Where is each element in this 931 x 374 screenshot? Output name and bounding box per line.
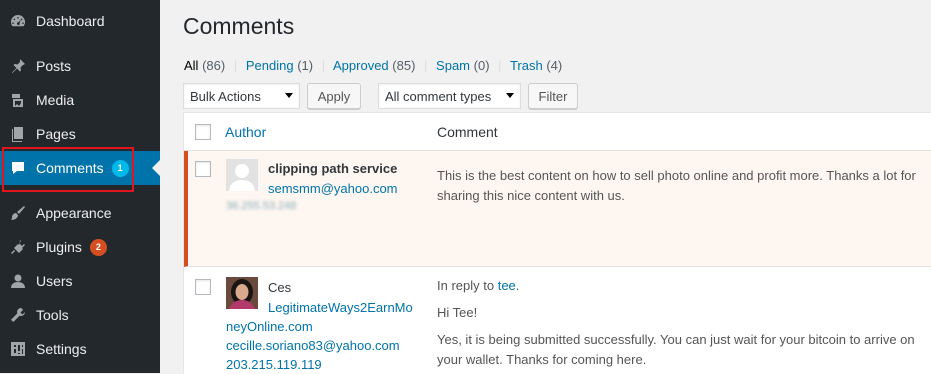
sidebar-item-label: Dashboard <box>36 13 105 29</box>
settings-icon <box>10 341 26 357</box>
sidebar-item-label: Plugins <box>36 239 82 255</box>
main-content: Comments All (86) | Pending (1) | Approv… <box>160 0 931 374</box>
sidebar-item-label: Settings <box>36 341 87 357</box>
user-photo-icon <box>226 277 258 309</box>
comment-author-url-line2[interactable]: neyOnline.com <box>226 317 313 336</box>
filter-button[interactable]: Filter <box>528 83 578 109</box>
comment-type-value: All comment types <box>385 88 492 104</box>
in-reply-prefix: In reply to <box>437 278 498 293</box>
comment-author-name: clipping path service <box>268 161 398 176</box>
sidebar-item-label: Posts <box>36 58 72 74</box>
filter-pending[interactable]: Pending <box>246 58 294 73</box>
filter-spam-count: (0) <box>473 58 490 73</box>
sidebar-item-plugins[interactable]: Plugins 2 <box>0 230 160 264</box>
comments-table: Author Comment clipping path service sem… <box>183 112 931 374</box>
chevron-down-icon <box>506 93 514 98</box>
select-all-checkbox[interactable] <box>195 124 211 140</box>
comment-text: Yes, it is being submitted successfully.… <box>437 332 915 367</box>
sidebar-item-label: Appearance <box>36 205 112 221</box>
column-comment: Comment <box>437 124 498 140</box>
comment-type-select[interactable]: All comment types <box>378 83 521 109</box>
filter-separator: | <box>233 58 238 73</box>
filter-all-count: (86) <box>202 58 226 73</box>
comment-text: This is the best content on how to sell … <box>437 168 916 203</box>
filter-approved[interactable]: Approved <box>333 58 389 73</box>
filter-separator: | <box>498 58 502 73</box>
sidebar-item-posts[interactable]: Posts <box>0 49 160 83</box>
filter-spam[interactable]: Spam <box>436 58 470 73</box>
table-header: Author Comment <box>184 113 931 151</box>
comment-author-name: Ces <box>268 280 292 295</box>
sidebar-item-label: Media <box>36 92 75 108</box>
row-checkbox[interactable] <box>195 279 211 295</box>
column-author[interactable]: Author <box>225 124 266 140</box>
sidebar-item-pages[interactable]: Pages <box>0 117 160 151</box>
sidebar-item-users[interactable]: Users <box>0 264 160 298</box>
pin-icon <box>10 58 26 74</box>
comment-author-email[interactable]: semsmm@yahoo.com <box>268 179 398 198</box>
chevron-down-icon <box>285 93 293 98</box>
user-icon <box>10 273 26 289</box>
current-menu-arrow <box>152 160 160 176</box>
table-row: Ces LegitimateWays2EarnMo neyOnline.com … <box>184 268 931 374</box>
pages-icon <box>10 126 26 142</box>
dashboard-icon <box>10 13 26 29</box>
comment-author-url-line1[interactable]: LegitimateWays2EarnMo <box>268 298 413 317</box>
sidebar-item-label: Users <box>36 273 73 289</box>
admin-sidebar: Dashboard Posts Media Pages Comments 1 A… <box>0 0 160 373</box>
bulk-actions-value: Bulk Actions <box>190 88 261 104</box>
in-reply-link[interactable]: tee <box>498 278 516 293</box>
filter-trash-count: (4) <box>546 58 563 73</box>
sidebar-item-media[interactable]: Media <box>0 83 160 117</box>
sidebar-item-tools[interactable]: Tools <box>0 298 160 332</box>
bulk-actions-select[interactable]: Bulk Actions <box>183 83 300 109</box>
in-reply-to: In reply to tee. <box>437 276 519 296</box>
comment-greeting: Hi Tee! <box>437 305 478 320</box>
filter-pending-count: (1) <box>297 58 314 73</box>
sidebar-item-settings[interactable]: Settings <box>0 332 160 366</box>
plugins-count-badge: 2 <box>89 238 107 256</box>
annotation-highlight-box <box>2 147 134 192</box>
plugin-icon <box>10 239 26 255</box>
wrench-icon <box>10 307 26 323</box>
sidebar-item-label: Tools <box>36 307 69 323</box>
avatar <box>226 277 258 309</box>
filter-separator: | <box>321 58 326 73</box>
avatar <box>226 159 258 191</box>
comment-author-ip[interactable]: 203.215.119.119 <box>226 355 322 374</box>
table-row: clipping path service semsmm@yahoo.com 3… <box>184 151 931 267</box>
comment-author-ip-blurred: 36.255.53.248 <box>226 200 297 212</box>
filter-approved-count: (85) <box>392 58 416 73</box>
page-title: Comments <box>183 13 295 39</box>
sidebar-item-dashboard[interactable]: Dashboard <box>0 4 160 38</box>
filter-separator: | <box>424 58 428 73</box>
sidebar-item-appearance[interactable]: Appearance <box>0 196 160 230</box>
brush-icon <box>10 205 26 221</box>
apply-button[interactable]: Apply <box>307 83 361 109</box>
comment-status-filters: All (86) | Pending (1) | Approved (85) |… <box>184 58 562 73</box>
filter-trash[interactable]: Trash <box>510 58 543 73</box>
comment-author-email[interactable]: cecille.soriano83@yahoo.com <box>226 336 400 355</box>
sidebar-item-label: Pages <box>36 126 76 142</box>
in-reply-suffix: . <box>515 278 520 293</box>
media-icon <box>10 92 26 108</box>
row-checkbox[interactable] <box>195 161 211 177</box>
filter-all[interactable]: All <box>184 58 198 73</box>
default-avatar-icon <box>226 159 258 191</box>
